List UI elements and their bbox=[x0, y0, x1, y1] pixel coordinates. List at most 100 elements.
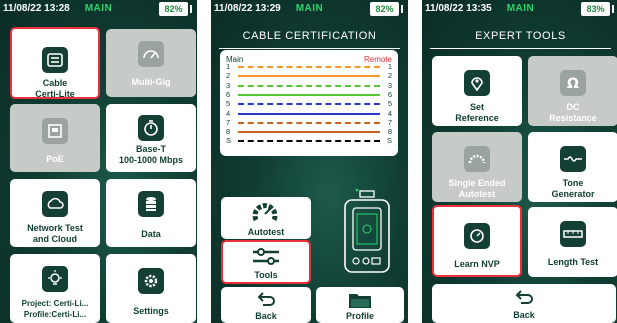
wire-pair-line bbox=[238, 93, 380, 96]
tile-label: Data bbox=[141, 229, 161, 239]
poe-tile[interactable]: PoE bbox=[10, 104, 100, 172]
tile-label: Learn NVP bbox=[454, 259, 500, 269]
wire-pair-line bbox=[238, 75, 380, 78]
nvp-dial-icon bbox=[464, 223, 490, 249]
tile-label: Network Test and Cloud bbox=[27, 223, 83, 244]
wire-pair-line bbox=[238, 121, 380, 124]
data-tile[interactable]: Data bbox=[106, 179, 196, 247]
pin-number-remote: S bbox=[386, 136, 392, 146]
wire-pair-line bbox=[238, 103, 380, 106]
button-label: Tools bbox=[254, 270, 278, 280]
button-label: Back bbox=[513, 310, 535, 320]
pin-number-main: 8 bbox=[226, 127, 231, 137]
page-title: CABLE CERTIFICATION bbox=[219, 27, 400, 49]
tile-label: Multi-Gig bbox=[131, 77, 171, 87]
pin-number-remote: 5 bbox=[387, 99, 392, 109]
learn-nvp-tile[interactable]: Learn NVP bbox=[432, 205, 522, 277]
back-button[interactable]: Back bbox=[221, 287, 311, 323]
pin-number-remote: 2 bbox=[387, 71, 392, 81]
lightbulb-icon bbox=[42, 266, 68, 292]
tile-label: Base-T 100-1000 Mbps bbox=[118, 144, 184, 165]
main-menu-screen: 11/08/22 13:28 MAIN 82% Cable Certi-Lite … bbox=[0, 0, 197, 323]
tile-label: Length Test bbox=[547, 257, 599, 267]
expert-tools-screen: 11/08/22 13:35 MAIN 83% EXPERT TOOLS Set… bbox=[422, 0, 617, 323]
multi-gig-tile[interactable]: Multi-Gig bbox=[106, 29, 196, 97]
project-profile-tile[interactable]: Project: Certi-Li... Profile:Certi-Li... bbox=[10, 254, 100, 323]
network-test-tile[interactable]: Network Test and Cloud bbox=[10, 179, 100, 247]
pin-number-main: 5 bbox=[226, 99, 231, 109]
tile-label: PoE bbox=[46, 154, 64, 164]
pin-number-main: 6 bbox=[226, 89, 231, 99]
pin-number-remote: 4 bbox=[387, 108, 392, 118]
set-reference-tile[interactable]: Set Reference bbox=[432, 56, 522, 126]
pin-number-remote: 1 bbox=[387, 62, 392, 71]
battery-tip bbox=[401, 5, 403, 13]
tile-label: Cable Certi-Lite bbox=[35, 78, 75, 99]
speedometer-icon bbox=[138, 41, 164, 67]
pin-number-remote: 8 bbox=[387, 127, 392, 137]
battery-indicator: 82% bbox=[159, 2, 188, 16]
cable-certi-lite-tile[interactable]: Cable Certi-Lite bbox=[10, 27, 100, 99]
stopwatch-icon bbox=[138, 115, 164, 141]
tile-label: Project: Certi-Li... Profile:Certi-Li... bbox=[21, 299, 89, 319]
tools-button[interactable]: Tools bbox=[221, 240, 311, 284]
pin-number-main: 3 bbox=[226, 80, 231, 90]
tile-label: Settings bbox=[133, 306, 169, 316]
wiremap-panel: Main Remote 1122336655447788SS bbox=[220, 50, 398, 156]
battery-indicator: 82% bbox=[370, 2, 399, 16]
battery-indicator: 83% bbox=[581, 2, 610, 16]
base-t-tile[interactable]: Base-T 100-1000 Mbps bbox=[106, 104, 196, 172]
back-arrow-icon bbox=[515, 289, 535, 305]
wire-pair-line bbox=[238, 112, 380, 115]
pin-number-main: 7 bbox=[226, 117, 231, 127]
wire-pair-line bbox=[238, 140, 380, 143]
tone-wave-icon bbox=[560, 146, 586, 172]
pin-number-remote: 7 bbox=[387, 117, 392, 127]
autotest-gauge-icon bbox=[250, 199, 280, 225]
page-title: EXPERT TOOLS bbox=[430, 27, 611, 49]
tile-label: Single Ended Autotest bbox=[448, 178, 506, 199]
back-button[interactable]: Back bbox=[432, 284, 616, 323]
wire-pair-line bbox=[238, 66, 380, 68]
tile-label: Set Reference bbox=[455, 102, 499, 123]
folder-icon bbox=[348, 291, 372, 309]
poe-port-icon bbox=[42, 118, 68, 144]
status-bar: 11/08/22 13:29 MAIN 82% bbox=[211, 0, 408, 19]
status-bar: 11/08/22 13:28 MAIN 82% bbox=[0, 0, 197, 19]
pin-number-remote: 6 bbox=[387, 89, 392, 99]
tone-generator-tile[interactable]: Tone Generator bbox=[528, 132, 617, 202]
tile-label: Tone Generator bbox=[551, 178, 595, 199]
length-test-tile[interactable]: Length Test bbox=[528, 207, 617, 277]
battery-tip bbox=[612, 5, 614, 13]
button-label: Profile bbox=[345, 311, 374, 321]
database-icon bbox=[138, 191, 164, 217]
pin-number-main: 2 bbox=[226, 71, 231, 81]
gear-icon bbox=[138, 268, 164, 294]
profile-button[interactable]: Profile bbox=[316, 287, 404, 323]
button-label: Back bbox=[255, 311, 277, 321]
single-ended-autotest-tile[interactable]: Single Ended Autotest bbox=[432, 132, 522, 202]
pin-number-main: 4 bbox=[226, 108, 231, 118]
wire-pair-line bbox=[238, 84, 380, 87]
tile-label: DC Resistance bbox=[549, 102, 597, 123]
gauge-icon bbox=[464, 146, 490, 172]
dc-resistance-tile[interactable]: Ω DC Resistance bbox=[528, 56, 617, 126]
ohm-icon: Ω bbox=[560, 70, 586, 96]
wire-pair-line bbox=[238, 131, 380, 134]
tester-device-illustration bbox=[341, 188, 393, 276]
settings-tile[interactable]: Settings bbox=[106, 254, 196, 323]
battery-tip bbox=[190, 5, 192, 13]
status-bar: 11/08/22 13:35 MAIN 83% bbox=[422, 0, 617, 19]
location-pin-icon bbox=[464, 70, 490, 96]
ruler-icon bbox=[560, 221, 586, 247]
pin-number-main: 1 bbox=[226, 62, 231, 71]
cloud-network-icon bbox=[42, 191, 68, 217]
tools-icon bbox=[251, 246, 281, 268]
cable-icon bbox=[42, 47, 68, 73]
pin-number-remote: 3 bbox=[387, 80, 392, 90]
cable-certification-screen: 11/08/22 13:29 MAIN 82% CABLE CERTIFICAT… bbox=[211, 0, 408, 323]
svg-text:Ω: Ω bbox=[567, 76, 579, 92]
back-arrow-icon bbox=[257, 291, 277, 307]
autotest-button[interactable]: Autotest bbox=[221, 197, 311, 239]
pin-number-main: S bbox=[226, 136, 232, 146]
